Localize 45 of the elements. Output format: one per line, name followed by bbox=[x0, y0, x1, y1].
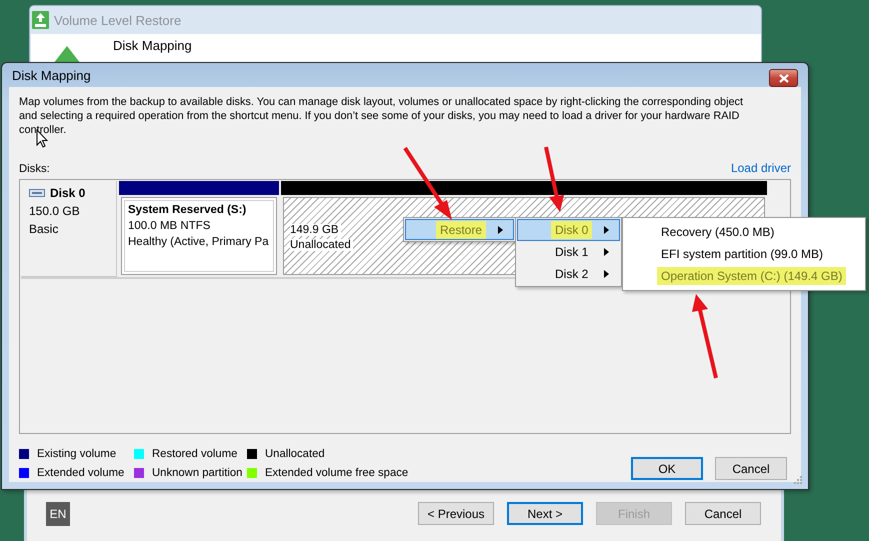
volume-detail: 100.0 MB NTFS bbox=[128, 220, 212, 232]
menu-item[interactable]: Restore bbox=[405, 219, 514, 240]
menu-item-label: Disk 0 bbox=[551, 221, 592, 239]
legend-label: Restored volume bbox=[152, 448, 238, 460]
close-button[interactable] bbox=[769, 69, 798, 87]
annotation-arrow bbox=[544, 146, 564, 212]
close-icon bbox=[778, 74, 788, 82]
submenu-arrow-icon bbox=[604, 270, 609, 278]
wizard-button[interactable]: < Previous bbox=[418, 502, 494, 525]
menu-item-label: Operation System (C:) (149.4 GB) bbox=[657, 267, 846, 285]
volume-detail: Healthy (Active, Primary Pa bbox=[128, 236, 270, 248]
submenu-arrow-icon bbox=[604, 248, 609, 256]
disks-label: Disks: bbox=[19, 163, 50, 175]
disk-size: 150.0 GB bbox=[29, 204, 81, 218]
disk-icon bbox=[29, 189, 45, 197]
description-text: Map volumes from the backup to available disks. You can manage disk layout, volumes or unallocated space by right-clicking the corresponding object and selecting a required operation from the shortcut menu. If you don’t see some of your disks, you may need to load a driver for your hardware RAID controller. bbox=[19, 95, 744, 137]
dialog-button[interactable]: Cancel bbox=[715, 457, 787, 480]
legend-label: Extended volume bbox=[37, 466, 124, 478]
submenu-arrow-icon bbox=[604, 226, 609, 234]
legend-label: Unallocated bbox=[265, 448, 325, 460]
disk-name: Disk 0 bbox=[50, 186, 86, 200]
resize-grip-icon bbox=[794, 476, 802, 484]
dialog-button[interactable]: OK bbox=[631, 457, 703, 480]
menu-item[interactable]: Disk 0 bbox=[517, 219, 620, 241]
submenu-arrow-icon bbox=[498, 226, 503, 234]
menu-item-label: Restore bbox=[436, 220, 486, 238]
legend-label: Extended volume free space bbox=[265, 466, 408, 478]
menu-item-label: Disk 1 bbox=[554, 244, 590, 261]
restore-icon bbox=[32, 11, 49, 29]
step-title: Disk Mapping bbox=[113, 38, 192, 54]
legend-label: Existing volume bbox=[37, 448, 116, 460]
window-title: Volume Level Restore bbox=[54, 12, 182, 28]
disk-type: Basic bbox=[29, 222, 60, 236]
volume-block[interactable]: System Reserved (S:) 100.0 MB NTFS Healthy (Active, Primary Pa bbox=[121, 197, 277, 275]
wizard-button[interactable]: Cancel bbox=[685, 502, 761, 525]
menu-item[interactable]: Disk 1 bbox=[517, 241, 620, 263]
volume-detail: Unallocated bbox=[290, 239, 353, 251]
legend-label: Unknown partition bbox=[152, 466, 242, 478]
disk-info-cell[interactable]: Disk 0 150.0 GB Basic bbox=[21, 181, 117, 277]
volume-detail: 149.9 GB bbox=[290, 224, 341, 236]
language-badge[interactable]: EN bbox=[46, 502, 70, 526]
wizard-button[interactable]: Next > bbox=[507, 502, 583, 525]
dialog-title: Disk Mapping bbox=[12, 68, 91, 82]
load-driver-link[interactable]: Load driver bbox=[730, 161, 791, 175]
volume-title: System Reserved (S:) bbox=[128, 204, 248, 216]
